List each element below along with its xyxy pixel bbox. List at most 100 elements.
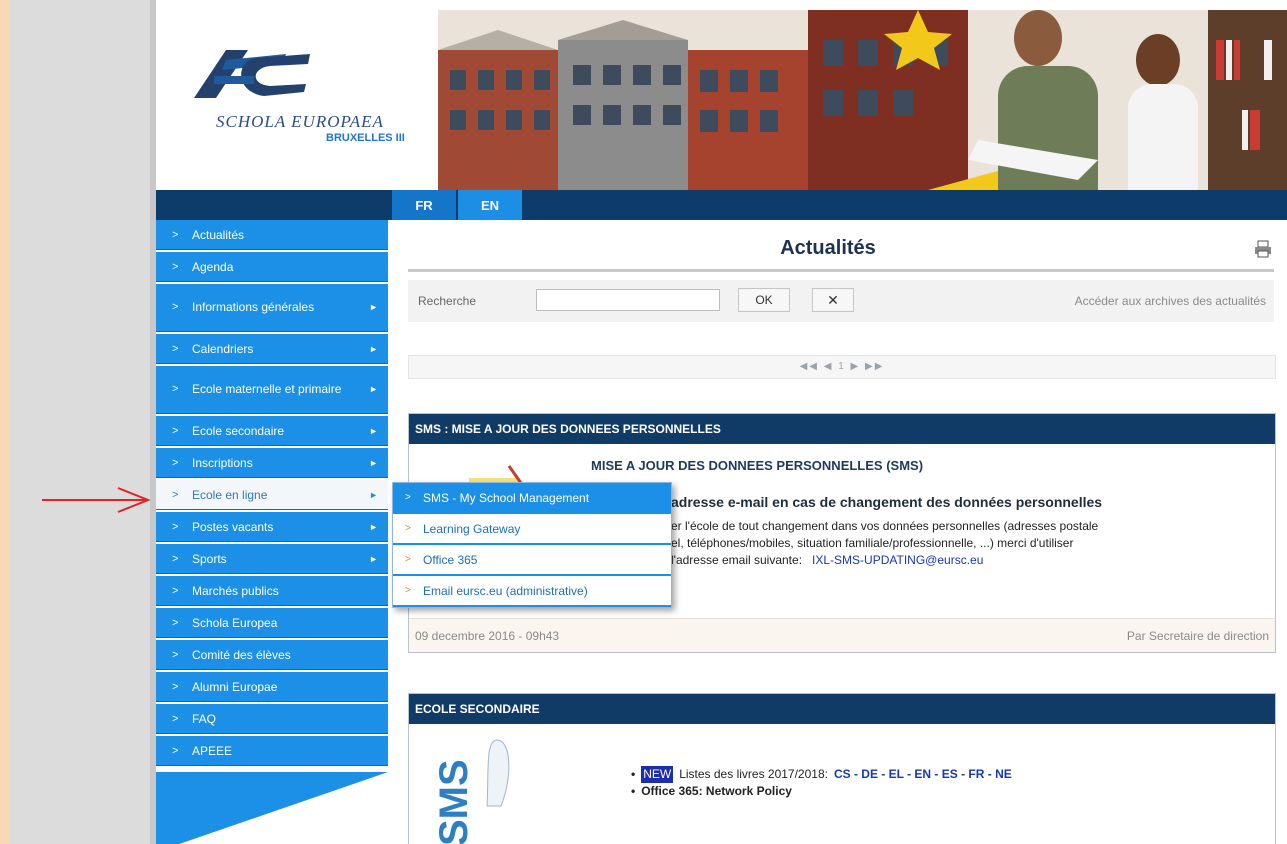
sidebar-item-label: Agenda bbox=[192, 259, 234, 274]
sidebar-item-label: Ecole maternelle et primaire bbox=[192, 382, 342, 396]
submenu-arrow-icon: ► bbox=[369, 343, 378, 354]
sidebar-item-marches-publics[interactable]: > Marchés publics bbox=[156, 576, 388, 606]
sidebar-item-sports[interactable]: > Sports ► bbox=[156, 544, 388, 574]
archives-link[interactable]: Accéder aux archives des actualités bbox=[1075, 294, 1266, 308]
sidebar-item-apeee[interactable]: > APEEE bbox=[156, 736, 388, 766]
chevron-right-icon: > bbox=[172, 383, 179, 395]
submenu-arrow-icon: ► bbox=[369, 302, 378, 312]
chevron-right-icon: > bbox=[172, 488, 179, 501]
list-item-text: Listes des livres 2017/2018: bbox=[679, 767, 828, 781]
news-article: ECOLE SECONDAIRE SMS • NEW Listes des livr… bbox=[408, 693, 1276, 844]
submenu-arrow-icon: ► bbox=[369, 489, 378, 500]
chevron-right-icon: > bbox=[172, 744, 179, 757]
sidebar-item-label: Postes vacants bbox=[192, 519, 274, 534]
print-icon[interactable] bbox=[1254, 240, 1272, 258]
article-header[interactable]: ECOLE SECONDAIRE bbox=[409, 694, 1275, 724]
sidebar-item-calendriers[interactable]: > Calendriers ► bbox=[156, 334, 388, 364]
sidebar-item-actualites[interactable]: > Actualités bbox=[156, 220, 388, 250]
page: SCHOLA EUROPAEA BRUXELLES III FR EN > Ac… bbox=[156, 0, 1287, 844]
sidebar-item-faq[interactable]: > FAQ bbox=[156, 704, 388, 734]
list-item: • NEW Listes des livres 2017/2018: CS - DE … bbox=[631, 766, 1012, 783]
submenu-arrow-icon: ► bbox=[369, 384, 378, 394]
sidebar-item-alumni-europae[interactable]: > Alumni Europae bbox=[156, 672, 388, 702]
sidebar-item-comite-des-eleves[interactable]: > Comité des élèves bbox=[156, 640, 388, 670]
chevron-right-icon: > bbox=[172, 456, 179, 469]
chevron-right-icon: > bbox=[405, 523, 411, 534]
sidebar-item-label: APEEE bbox=[192, 743, 233, 758]
submenu-item-office-365[interactable]: > Office 365 bbox=[393, 545, 671, 576]
chevron-right-icon: > bbox=[172, 260, 179, 273]
chevron-right-icon: > bbox=[172, 228, 179, 241]
search-clear-button[interactable]: ✕ bbox=[812, 288, 854, 312]
new-badge: NEW bbox=[641, 766, 674, 783]
header-banner-image bbox=[438, 10, 1287, 190]
chevron-right-icon: > bbox=[172, 424, 179, 437]
list-item: • Office 365: Network Policy bbox=[631, 783, 792, 800]
sidebar-item-label: Sports bbox=[192, 551, 227, 566]
article-body-line: l'adresse email suivante: IXL-SMS-UPDATI… bbox=[671, 552, 1269, 569]
article-title[interactable]: MISE A JOUR DES DONNEES PERSONNELLES (SM… bbox=[591, 458, 923, 473]
lang-en-tab[interactable]: EN bbox=[458, 190, 522, 220]
submenu-arrow-icon: ► bbox=[369, 457, 378, 468]
sidebar-item-schola-europea[interactable]: > Schola Europea bbox=[156, 608, 388, 638]
sidebar-item-label: Ecole secondaire bbox=[192, 423, 285, 438]
chevron-right-icon: > bbox=[405, 554, 411, 565]
sidebar-item-label: Ecole en ligne bbox=[192, 487, 268, 502]
school-logo[interactable]: SCHOLA EUROPAEA BRUXELLES III bbox=[176, 40, 456, 160]
chevron-right-icon: > bbox=[405, 585, 411, 596]
sidebar-item-informations-generales[interactable]: > Informations générales ► bbox=[156, 284, 388, 332]
logo-subtitle: BRUXELLES III bbox=[326, 132, 405, 144]
sidebar-tail bbox=[156, 772, 388, 844]
sidebar-item-ecole-maternelle-primaire[interactable]: > Ecole maternelle et primaire ► bbox=[156, 366, 388, 414]
submenu-flyout: > SMS - My School Management > Learning Ga… bbox=[392, 482, 672, 608]
logo-mark-icon bbox=[194, 50, 310, 98]
sidebar-item-ecole-en-ligne[interactable]: > Ecole en ligne ► bbox=[156, 480, 388, 510]
search-input[interactable] bbox=[536, 289, 720, 311]
submenu-item-label: Office 365 bbox=[423, 552, 478, 567]
title-divider bbox=[408, 269, 1274, 272]
article-body-line: er l'école de tout changement dans vos d… bbox=[671, 519, 1099, 533]
sidebar-item-label: Calendriers bbox=[192, 341, 254, 356]
article-header[interactable]: SMS : MISE A JOUR DES DONNEES PERSONNELL… bbox=[409, 414, 1275, 444]
lang-fr-tab[interactable]: FR bbox=[392, 190, 456, 220]
search-ok-button[interactable]: OK bbox=[738, 288, 790, 312]
article-footer: 09 decembre 2016 - 09h43 Par Secretaire … bbox=[409, 618, 1275, 652]
submenu-item-learning-gateway[interactable]: > Learning Gateway bbox=[393, 514, 671, 545]
article-body-line: el, téléphones/mobiles, situation famili… bbox=[671, 536, 1074, 550]
sidebar-item-label: FAQ bbox=[192, 711, 217, 726]
sms-image-text: SMS bbox=[432, 759, 476, 844]
sidebar-item-agenda[interactable]: > Agenda bbox=[156, 252, 388, 282]
sidebar-item-label: Informations générales bbox=[192, 300, 315, 314]
sidebar-item-postes-vacants[interactable]: > Postes vacants ► bbox=[156, 512, 388, 542]
chevron-right-icon: > bbox=[172, 552, 179, 565]
sidebar-item-label: Schola Europea bbox=[192, 615, 278, 630]
site-header: SCHOLA EUROPAEA BRUXELLES III bbox=[156, 0, 1287, 190]
submenu-arrow-icon: ► bbox=[369, 553, 378, 564]
chevron-right-icon: > bbox=[172, 616, 179, 629]
submenu-item-email[interactable]: > Email eursc.eu (administrative) bbox=[393, 576, 671, 607]
sidebar-item-ecole-secondaire[interactable]: > Ecole secondaire ► bbox=[156, 416, 388, 446]
chevron-right-icon: > bbox=[172, 342, 179, 355]
sidebar-item-label: Marchés publics bbox=[192, 583, 279, 598]
office365-link[interactable]: Office 365: Network Policy bbox=[641, 783, 792, 800]
article-author: Par Secretaire de direction bbox=[1126, 629, 1269, 643]
article-subtitle: adresse e-mail en cas de changement des … bbox=[671, 494, 1103, 510]
sidebar-item-inscriptions[interactable]: > Inscriptions ► bbox=[156, 448, 388, 478]
article-body: er l'école de tout changement dans vos d… bbox=[671, 518, 1269, 569]
pagination[interactable]: ◀◀ ◀ 1 ▶ ▶▶ bbox=[408, 355, 1276, 379]
red-arrow-icon bbox=[42, 487, 151, 513]
submenu-item-label: Email eursc.eu (administrative) bbox=[423, 583, 588, 598]
top-nav-bar bbox=[156, 190, 1287, 220]
submenu-arrow-icon: ► bbox=[369, 425, 378, 436]
chevron-right-icon: > bbox=[172, 712, 179, 725]
article-date: 09 decembre 2016 - 09h43 bbox=[415, 629, 560, 643]
submenu-item-label: Learning Gateway bbox=[423, 521, 521, 536]
sms-news-image: SMS bbox=[432, 739, 510, 844]
email-link[interactable]: IXL-SMS-UPDATING@eursc.eu bbox=[812, 553, 983, 567]
language-links[interactable]: CS - DE - EL - EN - ES - FR - NE bbox=[834, 766, 1012, 783]
chevron-right-icon: > bbox=[172, 584, 179, 597]
sidebar-item-label: Alumni Europae bbox=[192, 679, 278, 694]
submenu-item-sms[interactable]: > SMS - My School Management bbox=[393, 483, 671, 514]
submenu-item-label: SMS - My School Management bbox=[423, 490, 590, 505]
search-bar: Recherche OK ✕ Accéder aux archives des … bbox=[408, 280, 1274, 322]
